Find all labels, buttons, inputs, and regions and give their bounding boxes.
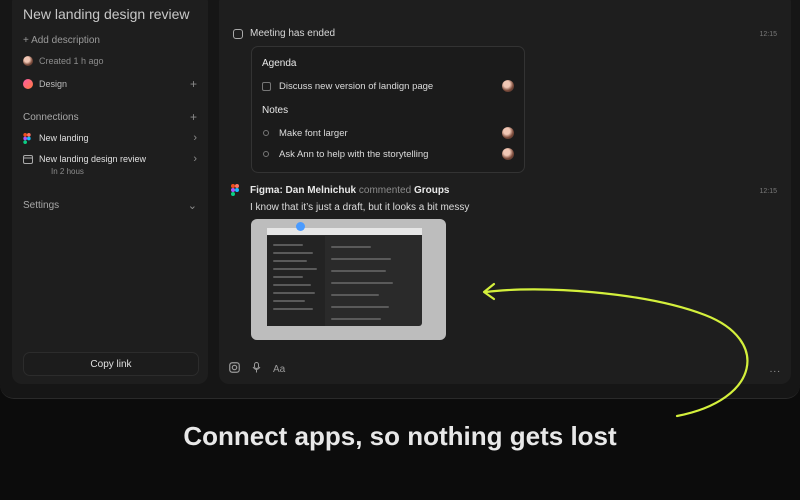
figma-screenshot-thumbnail[interactable] [251, 219, 446, 340]
figma-icon [23, 132, 31, 144]
comment-header: Figma: Dan Melnichuk commented Groups [250, 185, 450, 196]
avatar [502, 148, 514, 160]
add-connection-icon[interactable]: + [190, 110, 197, 124]
created-text: Created 1 h ago [39, 56, 104, 66]
comment-target[interactable]: Groups [414, 185, 450, 196]
comment-time: 12:15 [759, 188, 777, 195]
more-options-icon[interactable]: ... [770, 364, 781, 375]
comment-text: I know that it’s just a draft, but it lo… [250, 202, 470, 213]
created-row: Created 1 h ago [23, 56, 197, 66]
note-item: Make font larger [262, 127, 514, 139]
add-tag-icon[interactable]: + [190, 77, 197, 91]
microphone-icon[interactable] [252, 362, 261, 376]
instagram-icon[interactable] [229, 362, 240, 376]
highlight-arrow-icon [482, 282, 749, 418]
settings-label: Settings [23, 200, 60, 211]
agenda-heading: Agenda [262, 58, 297, 69]
notes-heading: Notes [262, 105, 289, 116]
cursor-icon [296, 222, 305, 231]
copy-link-button[interactable]: Copy link [23, 352, 199, 376]
figma-icon [231, 184, 239, 196]
sidebar: New landing design review + Add descript… [12, 0, 208, 384]
note-item: Ask Ann to help with the storytelling [262, 148, 514, 160]
bullet-icon [263, 130, 269, 136]
settings-row[interactable]: Settings ⌄ [23, 199, 197, 212]
text-format-button[interactable]: Aa [273, 364, 285, 375]
note-item-text: Make font larger [279, 127, 348, 139]
tag-color-icon [23, 79, 33, 89]
comment-verb: commented [358, 185, 412, 196]
avatar [502, 80, 514, 92]
marketing-headline: Connect apps, so nothing gets lost [183, 421, 617, 451]
chevron-down-icon: ⌄ [187, 200, 197, 212]
avatar [23, 56, 33, 66]
chevron-right-icon: › [193, 132, 197, 144]
note-item-text: Ask Ann to help with the storytelling [279, 148, 429, 160]
connection-label: New landing [39, 133, 89, 143]
chevron-right-icon: › [193, 153, 197, 165]
connections-header: Connections + [23, 110, 197, 124]
meeting-summary-card: Agenda Discuss new version of landign pa… [251, 46, 525, 173]
tag-row[interactable]: Design + [23, 77, 197, 91]
meeting-title: Meeting has ended [250, 28, 336, 39]
meeting-icon [233, 29, 243, 39]
add-description-link[interactable]: + Add description [23, 35, 100, 46]
connection-item-figma[interactable]: New landing › [23, 132, 197, 144]
tag-label: Design [39, 79, 68, 89]
connections-label: Connections [23, 111, 79, 123]
comment-source[interactable]: Figma: Dan Melnichuk [250, 185, 356, 196]
connection-item-calendar[interactable]: New landing design review › [23, 153, 197, 165]
connection-label: New landing design review [39, 154, 147, 164]
avatar [502, 127, 514, 139]
meeting-time: 12:15 [759, 31, 777, 38]
thumbnail-preview [267, 222, 422, 326]
agenda-item: Discuss new version of landign page [262, 80, 514, 92]
bullet-icon [263, 151, 269, 157]
checkbox[interactable] [262, 81, 271, 91]
connection-sub: In 2 hous [51, 167, 84, 176]
page-title[interactable]: New landing design review [23, 6, 190, 22]
agenda-item-text: Discuss new version of landign page [279, 80, 434, 92]
calendar-icon [23, 155, 33, 164]
